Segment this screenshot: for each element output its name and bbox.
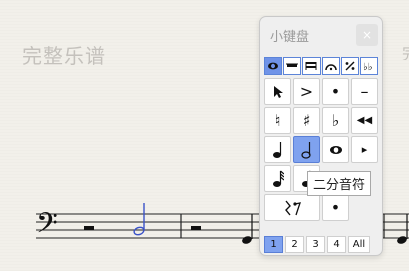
tab-rests[interactable]: [283, 57, 302, 75]
tab-accidentals[interactable]: ♭♭: [359, 57, 379, 75]
tenuto-button[interactable]: –: [351, 78, 378, 105]
half-note-icon: [133, 203, 145, 236]
pointer-button[interactable]: [264, 78, 291, 105]
tooltip: 二分音符: [307, 171, 372, 196]
tab-beams[interactable]: [302, 57, 321, 75]
whole-note-icon: [329, 145, 342, 154]
dot-button[interactable]: •: [322, 194, 349, 221]
staccato-icon: •: [330, 82, 341, 101]
sixteenth-note-button[interactable]: [264, 165, 291, 192]
tab-tuplets[interactable]: [340, 57, 359, 75]
flat-icon: ♭: [331, 111, 340, 130]
voice-3-button[interactable]: 3: [306, 236, 325, 253]
accent-button[interactable]: >: [293, 78, 320, 105]
natural-icon: ♮: [274, 111, 281, 130]
sixteenth-note-icon: [272, 170, 284, 187]
sharp-button[interactable]: ♯: [293, 107, 320, 134]
sharp-icon: ♯: [302, 111, 311, 130]
flat-button[interactable]: ♭: [322, 107, 349, 134]
voice-4-button[interactable]: 4: [327, 236, 346, 253]
tab-articulations[interactable]: [321, 57, 340, 75]
tuplet-icon: [345, 61, 355, 71]
close-button[interactable]: ×: [356, 24, 378, 46]
rest-icon: [285, 200, 301, 215]
quarter-note-button[interactable]: [264, 136, 291, 163]
tab-notes[interactable]: [264, 57, 283, 75]
quarter-note-icon: [272, 141, 281, 158]
note-input-palette[interactable]: 小键盘 × ♭♭ > • – ♮ ♯ ♭ ◀◀ ▸ • 1 2 3 4 All: [259, 16, 383, 256]
whole-note-icon: [268, 62, 279, 70]
pointer-icon: [273, 85, 283, 98]
half-note-button[interactable]: [293, 136, 320, 163]
half-rest-icon: [84, 226, 94, 230]
dot-icon: •: [330, 198, 341, 217]
double-flat-icon: ♭♭: [363, 62, 373, 71]
rewind-icon: ◀◀: [356, 115, 373, 126]
rewind-button[interactable]: ◀◀: [351, 107, 378, 134]
rest-button[interactable]: [264, 194, 320, 221]
svg-text:♭♭: ♭♭: [363, 62, 373, 71]
natural-button[interactable]: ♮: [264, 107, 291, 134]
play-button[interactable]: ▸: [351, 136, 378, 163]
palette-title: 小键盘: [270, 30, 310, 45]
voice-1-button[interactable]: 1: [264, 236, 283, 253]
rest-icon: [286, 63, 299, 67]
beam-icon: [305, 62, 317, 70]
fermata-icon: [324, 64, 337, 71]
half-rest-icon: [191, 226, 201, 230]
voice-2-button[interactable]: 2: [285, 236, 304, 253]
palette-tabs: ♭♭: [264, 57, 379, 75]
half-note-icon: [300, 141, 311, 159]
whole-note-button[interactable]: [322, 136, 349, 163]
voice-all-button[interactable]: All: [348, 236, 370, 253]
accent-icon: >: [299, 82, 314, 101]
voice-selector: 1 2 3 4 All: [264, 236, 370, 253]
play-icon: ▸: [361, 143, 368, 156]
bass-clef-icon: 𝄢: [36, 207, 58, 247]
tenuto-icon: –: [360, 82, 369, 101]
staccato-button[interactable]: •: [322, 78, 349, 105]
